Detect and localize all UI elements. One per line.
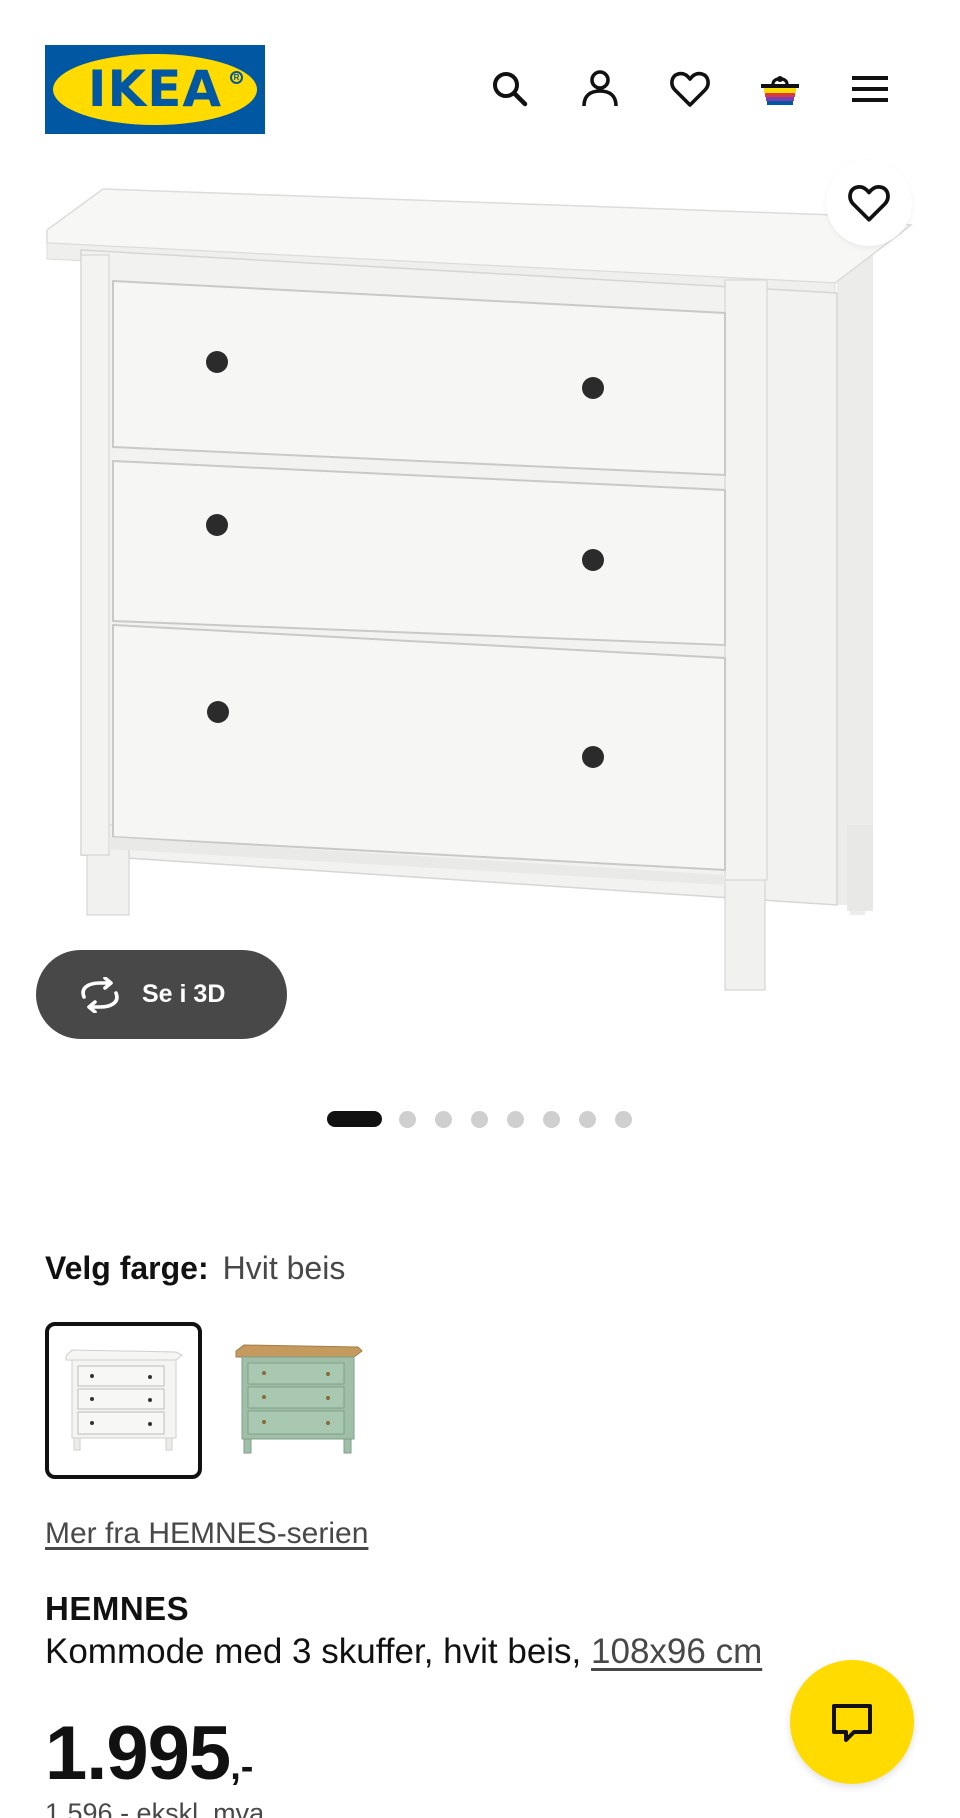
product-image[interactable] xyxy=(45,185,915,1010)
pagination-dot[interactable] xyxy=(471,1110,488,1128)
swatch-image-white xyxy=(65,1348,183,1450)
pagination-dot[interactable] xyxy=(615,1110,632,1128)
product-dimensions-link[interactable]: 108x96 cm xyxy=(591,1632,762,1671)
pagination-dot[interactable] xyxy=(507,1110,524,1128)
price-excl-vat: 1.596,- ekskl. mva. xyxy=(45,1798,272,1818)
logo-text: IKEA xyxy=(87,60,223,118)
heart-icon xyxy=(848,185,890,222)
series-link[interactable]: Mer fra HEMNES-serien xyxy=(45,1517,368,1551)
chat-icon xyxy=(832,1704,872,1742)
pagination-dot-active[interactable] xyxy=(327,1111,382,1127)
price-suffix: ,- xyxy=(230,1746,254,1788)
image-pagination xyxy=(327,1110,651,1128)
pagination-dot[interactable] xyxy=(399,1110,416,1128)
swatch-image-green xyxy=(235,1343,363,1453)
product-name: HEMNES xyxy=(45,1590,190,1627)
account-icon[interactable] xyxy=(575,64,625,114)
view-3d-label: Se i 3D xyxy=(142,980,226,1008)
pagination-dot[interactable] xyxy=(435,1110,452,1128)
rotate-3d-icon xyxy=(81,976,119,1013)
color-swatch-green[interactable] xyxy=(220,1322,377,1479)
wishlist-icon[interactable] xyxy=(665,64,715,114)
price-amount: 1.995 xyxy=(45,1711,231,1796)
color-selector: Velg farge: Hvit beis xyxy=(45,1250,345,1287)
pagination-dot[interactable] xyxy=(579,1110,596,1128)
product-price: 1.995,- xyxy=(45,1710,253,1797)
site-header: IKEA R xyxy=(0,0,960,180)
chat-button[interactable] xyxy=(790,1660,914,1784)
ikea-logo[interactable]: IKEA R xyxy=(45,45,265,134)
view-3d-button[interactable]: Se i 3D xyxy=(36,950,287,1039)
add-to-wishlist-button[interactable] xyxy=(826,160,912,246)
search-icon[interactable] xyxy=(485,64,535,114)
color-label: Velg farge: xyxy=(45,1250,209,1286)
product-description-text: Kommode med 3 skuffer, hvit beis, xyxy=(45,1632,592,1671)
pagination-dot[interactable] xyxy=(543,1110,560,1128)
color-value: Hvit beis xyxy=(222,1250,346,1286)
menu-icon[interactable] xyxy=(845,64,895,114)
cart-icon[interactable] xyxy=(755,64,805,114)
product-description: Kommode med 3 skuffer, hvit beis, 108x96… xyxy=(45,1632,762,1672)
color-swatch-white[interactable] xyxy=(45,1322,202,1479)
registered-mark-icon: R xyxy=(230,71,243,84)
